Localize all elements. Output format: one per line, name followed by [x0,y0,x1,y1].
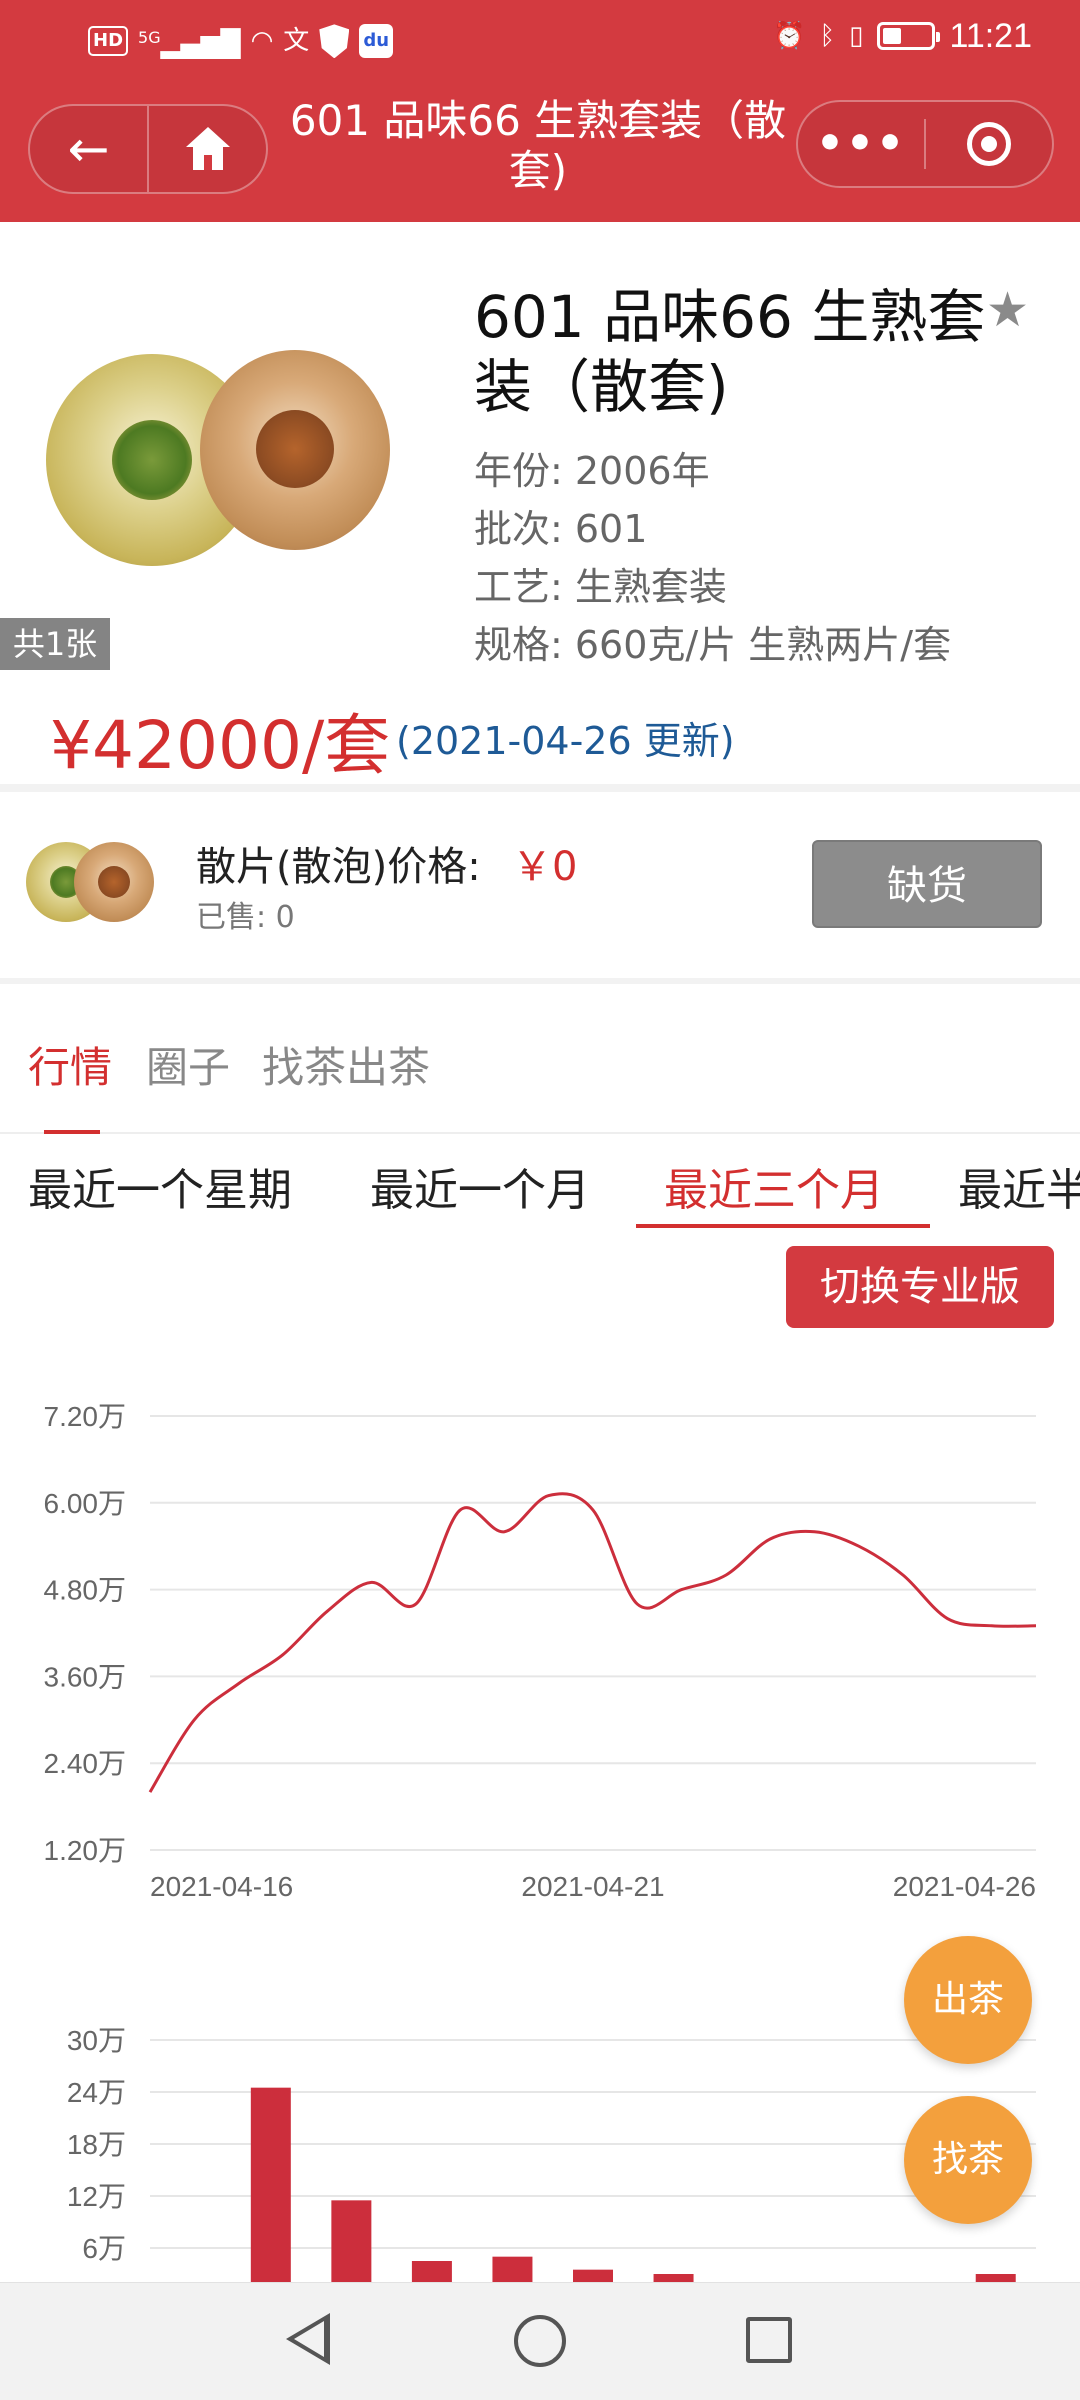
nav-back-icon[interactable] [286,2313,330,2365]
range-three-months[interactable]: 最近三个月 [664,1154,884,1218]
attr-spec: 规格: 660克/片 生熟两片/套 [474,623,952,667]
product-title: 601 品味66 生熟套装（散套) [474,283,986,421]
loose-tea-image-2 [74,842,154,922]
y-tick-label: 7.20万 [44,1401,127,1432]
x-tick-label: 2021-04-21 [521,1871,664,1902]
close-miniprogram-button[interactable] [926,102,1052,186]
divider [0,784,1080,792]
y-tick-label: 12万 [67,2181,126,2212]
home-icon [185,127,230,171]
sold-out-button[interactable]: 缺货 [812,840,1042,928]
range-half-year[interactable]: 最近半 [958,1154,1080,1218]
attr-craft: 工艺: 生熟套装 [474,565,727,609]
favorite-star-icon[interactable]: ★ [986,282,1029,338]
nav-recent-apps-icon[interactable] [746,2317,792,2363]
x-tick-label: 2021-04-16 [150,1871,293,1902]
y-tick-label: 3.60万 [44,1661,127,1692]
tab-market[interactable]: 行情 [28,1034,112,1095]
baidu-icon: du [359,24,394,59]
more-dots-icon: ••• [815,118,907,169]
sell-tea-fab[interactable]: 出茶 [904,1936,1032,2064]
system-nav-bar [0,2282,1080,2400]
price-series-line [148,1492,1037,1793]
nav-home-icon[interactable] [514,2315,566,2367]
update-date: (2021-04-26 更新) [396,719,735,763]
range-week[interactable]: 最近一个星期 [28,1154,292,1218]
alarm-icon: ⏰ [773,21,806,51]
more-button[interactable]: ••• [798,102,924,186]
y-tick-label: 6万 [82,2233,126,2264]
tab-find-sell[interactable]: 找茶出茶 [262,1034,430,1095]
y-tick-label: 4.80万 [44,1575,127,1606]
image-count-badge: 共1张 [0,618,110,670]
y-tick-label: 24万 [67,2077,126,2108]
switch-pro-version-button[interactable]: 切换专业版 [786,1246,1054,1328]
find-tea-fab[interactable]: 找茶 [904,2096,1032,2224]
divider [0,978,1080,984]
back-button[interactable]: ← [30,106,147,192]
time-range-tabs: 最近一个星期 最近一个月 最近三个月 最近半 [0,1134,1080,1234]
translate-icon: 文 [283,26,310,57]
range-month[interactable]: 最近一个月 [370,1154,590,1218]
status-bar: HD 5G▂▄▆█ ◠ 文 du ⏰ ᛒ ▯ 11:21 [0,0,1080,78]
range-indicator [636,1224,930,1228]
section-tabs: 行情 圈子 找茶出茶 [0,1010,1080,1134]
loose-price-value: ￥0 [512,844,578,890]
signal-icon: 5G▂▄▆█ [138,28,241,60]
miniprogram-capsule: ••• [796,100,1054,188]
y-tick-label: 6.00万 [44,1488,127,1519]
wifi-icon: ◠ [250,26,274,57]
y-tick-label: 30万 [67,2025,126,2056]
y-tick-label: 18万 [67,2129,126,2160]
arrow-left-icon: ← [67,120,110,178]
page-title: 601 品味66 生熟套装（散套) [289,96,787,195]
shield-icon [319,24,350,59]
x-tick-label: 2021-04-26 [893,1871,1036,1902]
tea-cake-image-2[interactable] [200,350,390,550]
home-button[interactable] [149,106,266,192]
tab-circle[interactable]: 圈子 [146,1034,230,1095]
volume-bar [331,2200,372,2290]
target-icon [966,122,1011,166]
y-tick-label: 2.40万 [44,1748,127,1779]
sold-count: 已售: 0 [196,900,295,935]
y-tick-label: 1.20万 [44,1835,127,1866]
loose-price-row: 散片(散泡)价格: ￥0 已售: 0 缺货 [0,792,1080,978]
battery-icon [877,22,941,50]
loose-price-label: 散片(散泡)价格: [196,844,481,890]
product-card: 共1张 601 品味66 生熟套装（散套) ★ 年份: 2006年 批次: 60… [0,222,1080,784]
volume-bar [250,2087,291,2290]
nav-capsule: ← [28,104,268,194]
attr-batch: 批次: 601 [474,507,648,551]
price-line-chart: 7.20万 6.00万 4.80万 3.60万 2.40万 1.20万 2021-04-16… [44,1401,1037,1902]
clock: 11:21 [949,16,1032,55]
bluetooth-icon: ᛒ [819,21,836,51]
product-price: ¥42000/套 [50,707,391,784]
attr-year: 年份: 2006年 [474,449,710,493]
vibrate-icon: ▯ [849,21,864,51]
hd-icon: HD [88,26,129,57]
